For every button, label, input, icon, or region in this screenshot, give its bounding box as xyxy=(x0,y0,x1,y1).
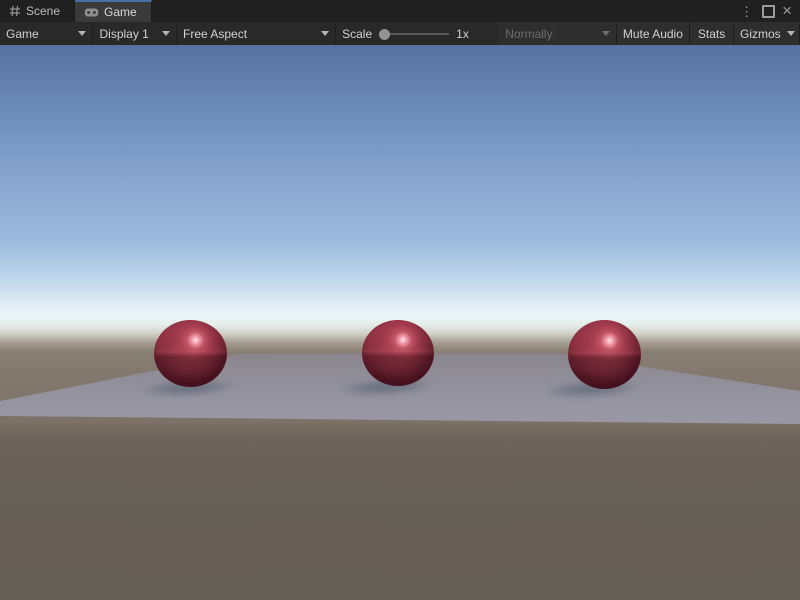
red-sphere xyxy=(568,320,641,389)
display-label: Display 1 xyxy=(99,27,148,41)
skybox-gradient xyxy=(0,45,800,352)
red-sphere xyxy=(154,320,227,387)
play-mode-behavior-label: Normally xyxy=(505,27,552,41)
display-dropdown[interactable]: Display 1 xyxy=(93,22,177,45)
chevron-down-icon xyxy=(162,31,170,36)
game-render-surface[interactable] xyxy=(0,45,800,600)
scale-slider-track[interactable] xyxy=(387,33,449,35)
game-view-toolbar: Game Display 1 Free Aspect Scale 1x Norm… xyxy=(0,22,800,45)
stats-button[interactable]: Stats xyxy=(690,22,734,45)
aspect-ratio-label: Free Aspect xyxy=(183,27,247,41)
scale-value: 1x xyxy=(456,27,469,41)
tab-game-label: Game xyxy=(104,5,137,19)
mute-audio-label: Mute Audio xyxy=(623,27,683,41)
gizmos-dropdown[interactable]: Gizmos xyxy=(734,22,800,45)
stats-label: Stats xyxy=(698,27,725,41)
scale-label: Scale xyxy=(342,27,372,41)
tab-game[interactable]: Game xyxy=(75,0,152,22)
view-mode-dropdown[interactable]: Game xyxy=(0,22,93,45)
mute-audio-button[interactable]: Mute Audio xyxy=(617,22,691,45)
chevron-down-icon xyxy=(602,31,610,36)
tab-bar: Scene Game ⋮ × xyxy=(0,0,800,22)
maximize-icon[interactable] xyxy=(762,5,775,18)
chevron-down-icon xyxy=(787,31,795,36)
scale-slider[interactable] xyxy=(379,29,449,39)
grid-icon xyxy=(9,5,21,17)
play-mode-behavior-dropdown[interactable]: Normally xyxy=(499,22,616,45)
scale-slider-knob[interactable] xyxy=(379,29,390,40)
unity-game-view-window: Scene Game ⋮ × Game Display 1 xyxy=(0,0,800,600)
view-mode-label: Game xyxy=(6,27,39,41)
chevron-down-icon xyxy=(78,31,86,36)
aspect-ratio-dropdown[interactable]: Free Aspect xyxy=(177,22,336,45)
tab-scene[interactable]: Scene xyxy=(0,0,75,22)
gizmos-label: Gizmos xyxy=(740,27,781,41)
window-menu-icon[interactable]: ⋮ xyxy=(738,5,755,18)
close-icon[interactable]: × xyxy=(782,2,792,19)
red-sphere xyxy=(362,320,434,386)
tab-scene-label: Scene xyxy=(26,4,60,18)
window-controls: ⋮ × xyxy=(738,0,800,22)
gamepad-icon xyxy=(84,7,99,18)
scale-control: Scale 1x xyxy=(336,22,487,45)
chevron-down-icon xyxy=(321,31,329,36)
toolbar-spacer xyxy=(487,22,499,45)
